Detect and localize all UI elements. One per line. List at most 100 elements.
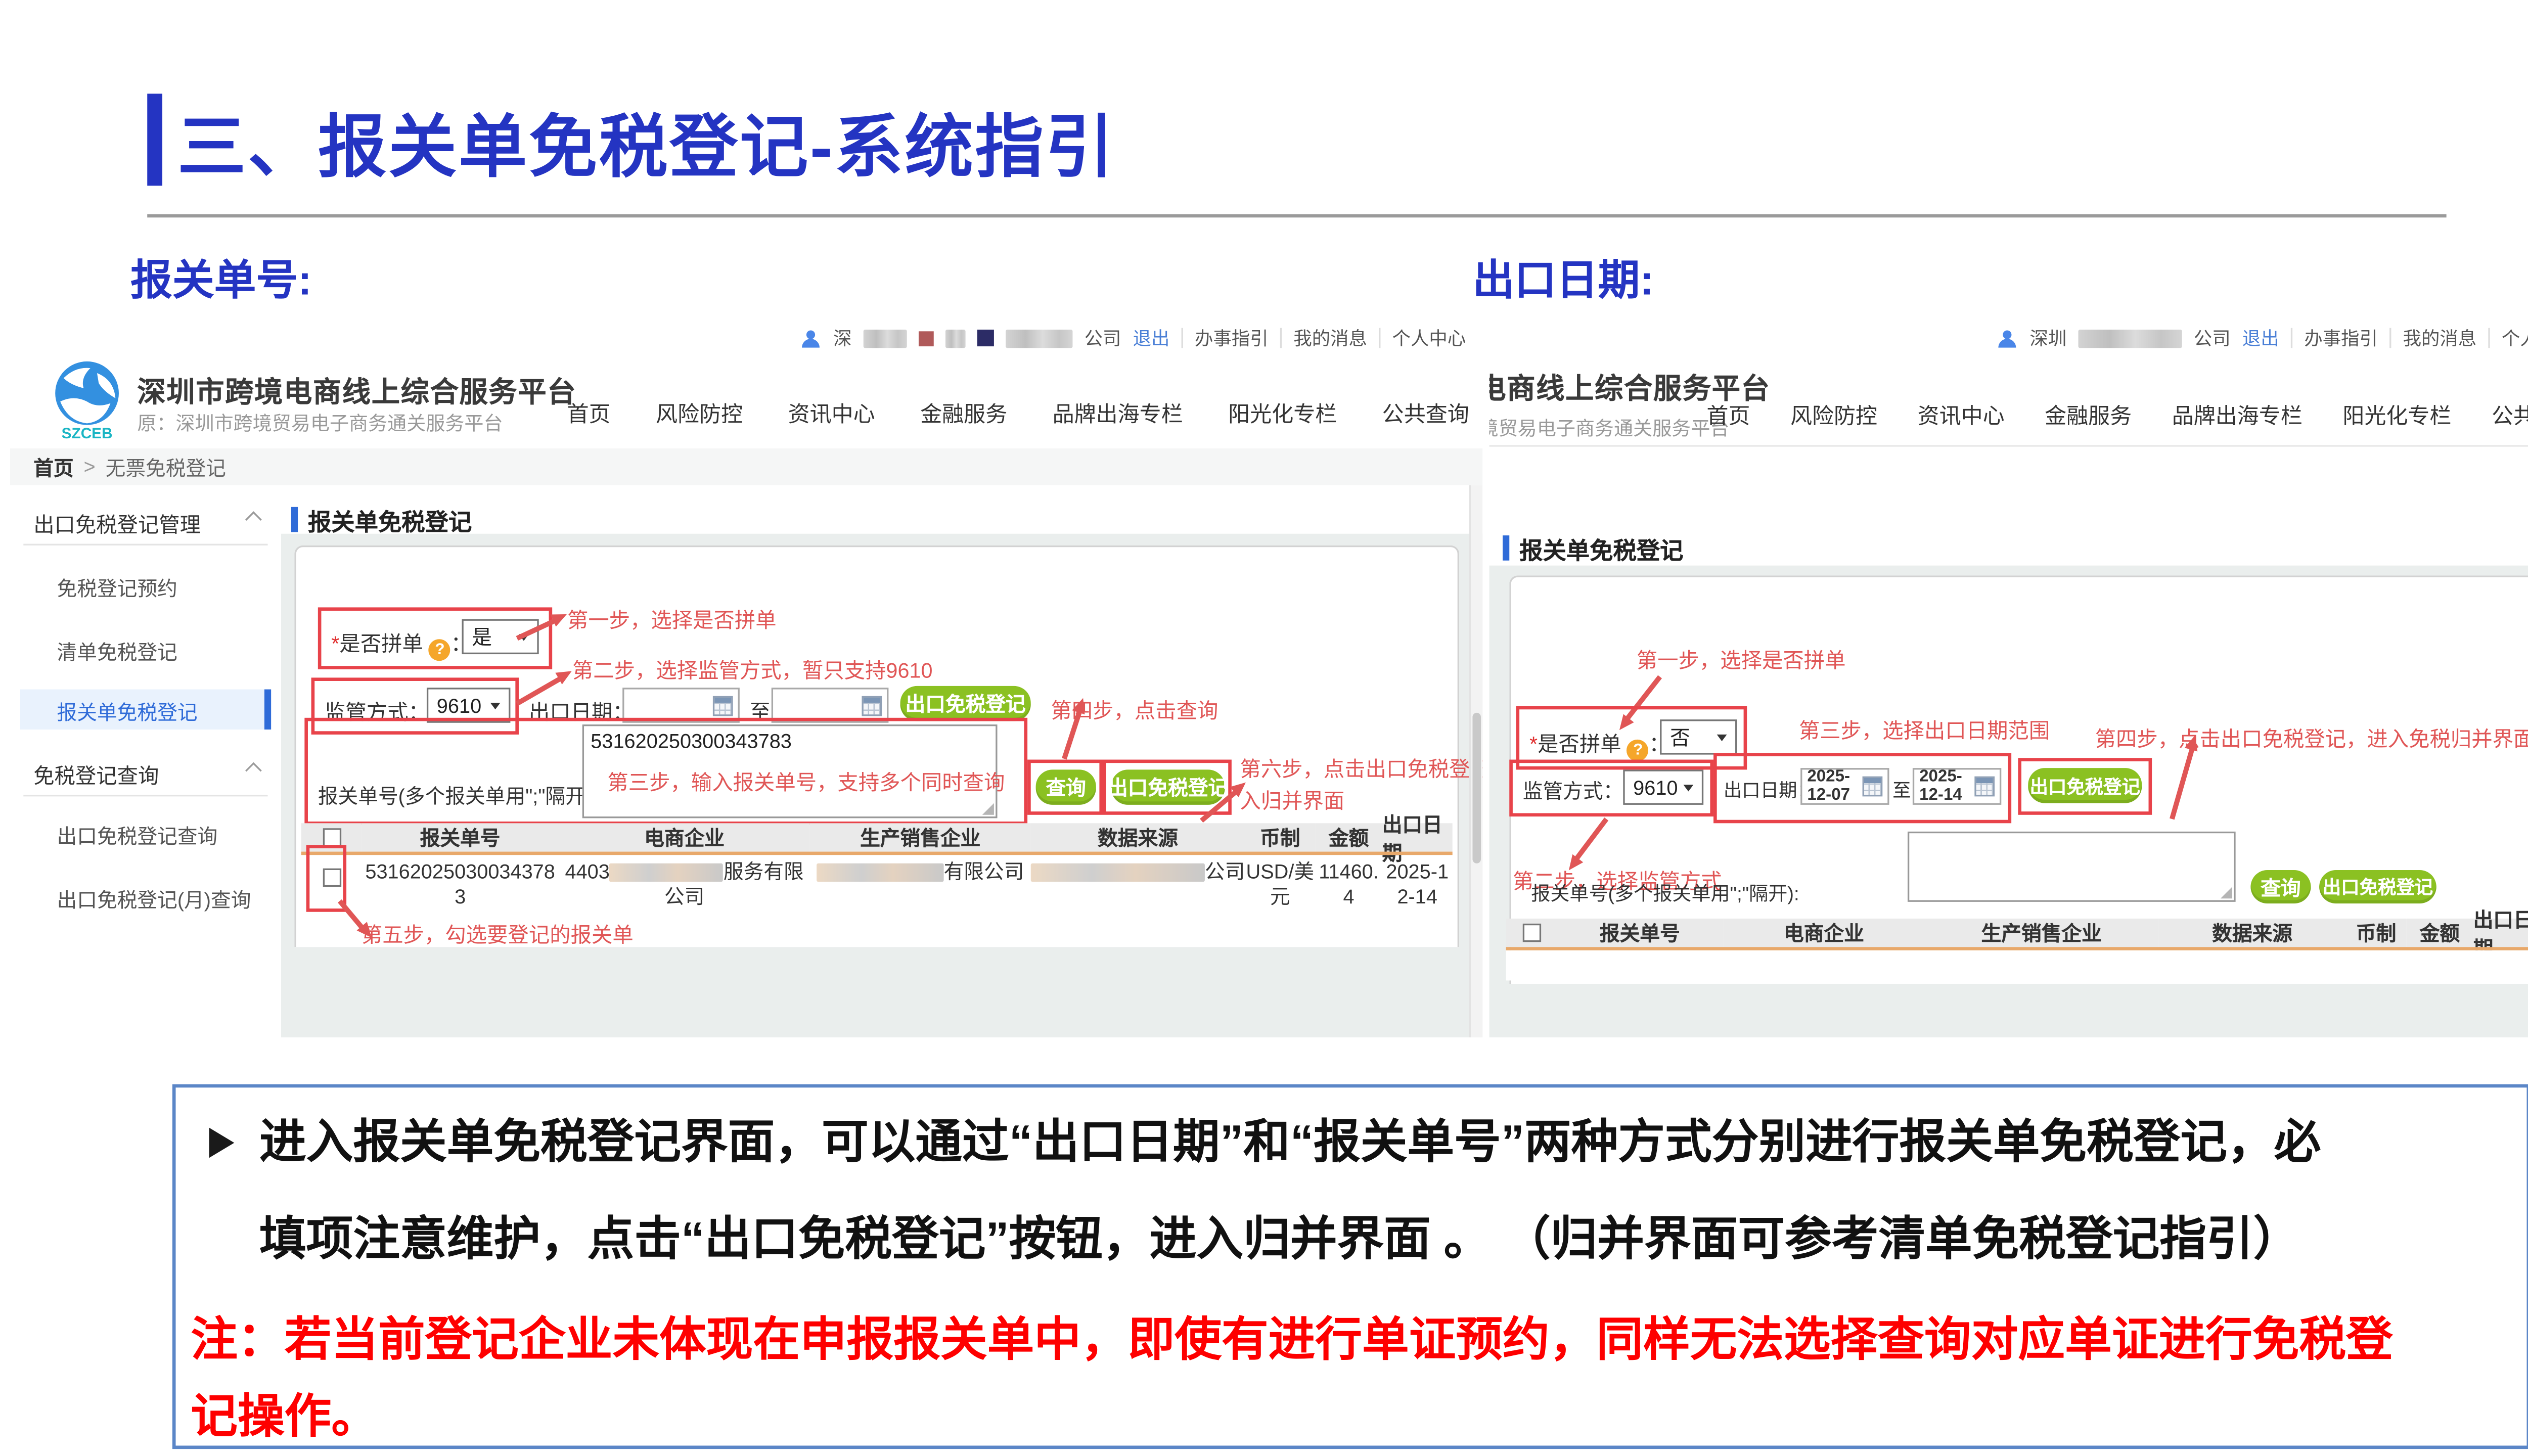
col-declaration-no: 报关单号	[362, 823, 559, 851]
nav-finance[interactable]: 金融服务	[2045, 398, 2132, 430]
query-button[interactable]: 查询	[1036, 769, 1096, 805]
guide-link[interactable]: 办事指引	[1195, 325, 1269, 351]
date-from-input[interactable]	[622, 688, 740, 723]
breadcrumb-home[interactable]: 首页	[33, 452, 73, 481]
export-register-button-2[interactable]: 出口免税登记	[2319, 870, 2436, 903]
left-screenshot: 深公司 退出 办事指引 我的消息 个人中心 SZCEB 深圳市跨境电商线上综合服…	[10, 311, 1482, 1037]
cell-source: 公司	[1031, 855, 1245, 910]
col-ecommerce: 电商企业	[559, 823, 809, 851]
messages-link[interactable]: 我的消息	[2403, 325, 2477, 351]
date-to-word: 至	[1892, 777, 1911, 803]
nav-sunshine[interactable]: 阳光化专栏	[2342, 398, 2451, 430]
nav-finance[interactable]: 金融服务	[920, 396, 1007, 428]
help-icon[interactable]: ?	[1627, 740, 1649, 761]
scrollbar-thumb[interactable]	[1472, 713, 1481, 863]
messages-link[interactable]: 我的消息	[1293, 325, 1367, 351]
resize-grip-icon[interactable]	[2221, 887, 2232, 898]
sidebar-item-export-query[interactable]: 出口免税登记查询	[57, 822, 218, 850]
sidebar-item-reserve[interactable]: 免税登记预约	[57, 574, 177, 602]
help-icon[interactable]: ?	[429, 639, 450, 661]
date-to-input[interactable]: 2025-12-14	[1913, 768, 2001, 805]
export-register-button[interactable]: 出口免税登记	[2028, 768, 2142, 803]
nav-brand[interactable]: 品牌出海专栏	[1053, 396, 1183, 428]
declaration-textarea[interactable]	[1908, 832, 2236, 902]
calendar-icon[interactable]	[1974, 777, 1995, 797]
panel-title: 报关单免税登记	[1519, 534, 1683, 567]
select-all-checkbox[interactable]	[322, 828, 340, 846]
nav-sunshine[interactable]: 阳光化专栏	[1228, 396, 1337, 428]
select-all-checkbox[interactable]	[1522, 924, 1540, 942]
user-icon	[800, 327, 822, 349]
collapse-icon[interactable]	[245, 762, 262, 779]
export-register-button[interactable]: 出口免税登记	[900, 686, 1031, 721]
sidebar-item-declaration-reg[interactable]: 报关单免税登记	[57, 698, 198, 726]
panel-title-tick	[291, 507, 298, 532]
sidebar-group-export-mgmt[interactable]: 出口免税登记管理	[33, 507, 201, 539]
nav-home[interactable]: 首页	[1706, 398, 1750, 430]
redacted-block	[919, 331, 934, 346]
split-order-label: *是否拼单 ?：	[331, 626, 472, 661]
nav-home[interactable]: 首页	[567, 396, 611, 428]
cell-currency: USD/美元	[1245, 855, 1315, 910]
split-order-label: *是否拼单 ?：	[1529, 726, 1670, 761]
nav-risk[interactable]: 风险防控	[656, 396, 743, 428]
col-export-date: 出口日期	[1382, 823, 1453, 851]
slide: 三、报关单免税登记-系统指引 报关单号: 出口日期: 深公司 退出 办事指引 我…	[0, 0, 2528, 1456]
calendar-icon[interactable]	[862, 695, 882, 715]
sidebar-item-export-month-query[interactable]: 出口免税登记(月)查询	[57, 885, 251, 914]
top-nav: 首页 风险防控 资讯中心 金融服务 品牌出海专栏 阳光化专栏 公共查询	[567, 396, 1469, 428]
guide-link[interactable]: 办事指引	[2304, 325, 2378, 351]
calendar-icon[interactable]	[1863, 777, 1883, 797]
note-warning-line2: 记操作。	[191, 1392, 378, 1442]
col-amount: 金额	[2406, 919, 2473, 947]
calendar-icon[interactable]	[713, 695, 733, 715]
step1-annotation: 第一步，选择是否拼单	[1637, 643, 1846, 674]
chevron-down-icon	[1683, 784, 1693, 791]
top-nav: 首页 风险防控 资讯中心 金融服务 品牌出海专栏 阳光化专栏 公共查询	[1706, 398, 2528, 430]
split-order-select[interactable]: 否	[1660, 719, 1737, 755]
right-screenshot: 深圳公司 退出 办事指引 我的消息 个人中心 电商线上综合服务平台 境贸易电子商…	[1489, 311, 2528, 1037]
declaration-label: 报关单号(多个报关单用";"隔开):	[318, 782, 598, 810]
table-row: 531620250300343783 4403服务有限公司 有限公司 公司 US…	[301, 855, 1453, 910]
cell-export-date: 2025-12-14	[1382, 855, 1453, 910]
logout-link[interactable]: 退出	[2242, 325, 2279, 351]
col-export-date: 出口日期	[2473, 919, 2528, 947]
svg-text:SZCEB: SZCEB	[62, 425, 113, 442]
collapse-icon[interactable]	[245, 511, 262, 528]
note-box: 进入报关单免税登记界面，可以通过“出口日期”和“报关单号”两种方式分别进行报关单…	[172, 1084, 2528, 1449]
header-checkbox-cell	[301, 823, 362, 851]
note-line1: 进入报关单免税登记界面，可以通过“出口日期”和“报关单号”两种方式分别进行报关单…	[259, 1118, 2321, 1168]
row-checkbox[interactable]	[322, 869, 340, 887]
export-register-button-2[interactable]: 出口免税登记	[1111, 769, 1225, 805]
table-header-row: 报关单号 电商企业 生产销售企业 数据来源 币制 金额 出口日期	[301, 823, 1453, 851]
redacted-text	[945, 329, 966, 347]
col-producer: 生产销售企业	[1924, 919, 2158, 947]
divider	[1182, 328, 1183, 348]
step6-annotation-line2: 入归并界面	[1240, 783, 1344, 815]
title-underline	[147, 214, 2446, 218]
split-order-select[interactable]: 是	[462, 619, 538, 655]
col-source: 数据来源	[1031, 823, 1245, 851]
nav-news[interactable]: 资讯中心	[1918, 398, 2005, 430]
date-to-input[interactable]	[772, 688, 889, 723]
resize-grip-icon[interactable]	[982, 803, 994, 815]
logout-link[interactable]: 退出	[1133, 325, 1170, 351]
date-from-input[interactable]: 2025-12-07	[1800, 768, 1889, 805]
nav-public-query[interactable]: 公共查询	[2492, 398, 2528, 430]
nav-risk[interactable]: 风险防控	[1790, 398, 1877, 430]
sidebar-group-query[interactable]: 免税登记查询	[33, 758, 159, 790]
nav-news[interactable]: 资讯中心	[788, 396, 875, 428]
col-declaration-no: 报关单号	[1556, 919, 1724, 947]
note-warning-line1: 注：若当前登记企业未体现在申报报关单中，即使有进行单证预约，同样无法选择查询对应…	[191, 1315, 2392, 1365]
supervision-select[interactable]: 9610	[1623, 769, 1703, 805]
personal-center-link[interactable]: 个人中心	[2502, 325, 2528, 351]
table-header-underline	[301, 852, 1453, 855]
query-button[interactable]: 查询	[2250, 870, 2311, 903]
personal-center-link[interactable]: 个人中心	[1392, 325, 1466, 351]
step3-annotation: 第三步，输入报关单号，支持多个同时查询	[607, 764, 1005, 796]
supervision-select[interactable]: 9610	[427, 688, 510, 723]
sidebar-item-list-reg[interactable]: 清单免税登记	[57, 638, 177, 666]
nav-public-query[interactable]: 公共查询	[1382, 396, 1469, 428]
nav-brand[interactable]: 品牌出海专栏	[2172, 398, 2303, 430]
scrollbar[interactable]	[1469, 485, 1482, 1037]
